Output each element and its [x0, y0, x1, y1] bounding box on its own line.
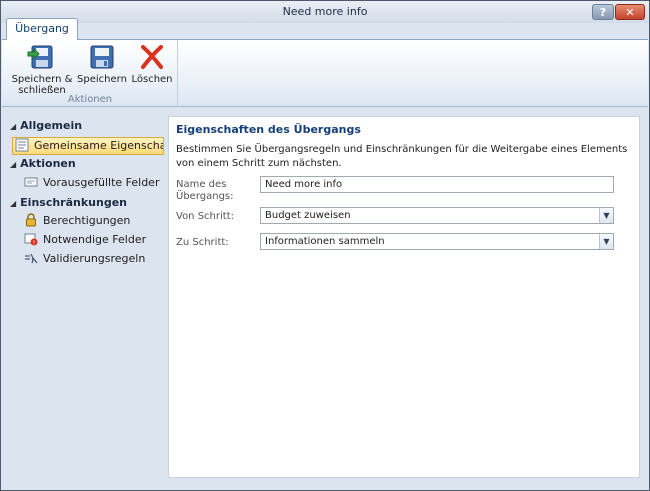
- ribbon-tab-uebergang[interactable]: Übergang: [6, 18, 78, 40]
- sidebar-item-common-properties[interactable]: Gemeinsame Eigenscha...: [12, 137, 164, 155]
- section-actions[interactable]: ◢ Aktionen: [10, 157, 76, 170]
- save-label: Speichern: [77, 74, 127, 85]
- sidebar-item-label: Validierungsregeln: [43, 252, 146, 265]
- help-button[interactable]: ?: [592, 4, 614, 20]
- transition-name-label-1: Name des: [176, 179, 227, 190]
- lock-icon: [26, 213, 36, 227]
- from-step-value: Budget zuweisen: [265, 210, 351, 221]
- properties-icon: [15, 138, 29, 152]
- from-step-select[interactable]: Budget zuweisen ▼: [260, 207, 614, 224]
- sidebar-item-required-fields[interactable]: ! Notwendige Felder: [12, 232, 164, 250]
- save-icon: [90, 45, 114, 69]
- title-bar: Need more info ? ✕: [1, 1, 649, 23]
- sidebar-item-label: Notwendige Felder: [43, 233, 147, 246]
- close-button[interactable]: ✕: [615, 4, 645, 20]
- panel-description: Bestimmen Sie Übergangsregeln und Einsch…: [176, 144, 628, 169]
- section-general[interactable]: ◢ Allgemein: [10, 119, 82, 132]
- save-button[interactable]: Speichern: [75, 42, 129, 85]
- transition-name-label: Name des Übergangs:: [176, 179, 234, 203]
- sidebar-item-label: Vorausgefüllte Felder: [43, 176, 160, 189]
- panel-title: Eigenschaften des Übergangs: [176, 123, 361, 136]
- collapse-triangle-icon: ◢: [10, 122, 17, 131]
- save-close-icon: [27, 45, 53, 69]
- from-step-label: Von Schritt:: [176, 211, 234, 222]
- section-actions-title: Aktionen: [20, 157, 76, 170]
- window-title: Need more info: [282, 5, 368, 18]
- save-and-close-label-1: Speichern &: [11, 74, 73, 85]
- dialog-window: Need more info ? ✕ Speichern & schließen: [0, 0, 650, 491]
- to-step-label: Zu Schritt:: [176, 237, 229, 248]
- delete-icon: [141, 45, 163, 69]
- sidebar-item-label: Berechtigungen: [43, 214, 131, 227]
- chevron-down-icon[interactable]: ▼: [599, 208, 613, 223]
- chevron-down-icon[interactable]: ▼: [599, 234, 613, 249]
- sidebar-item-validation-rules[interactable]: Validierungsregeln: [12, 251, 164, 269]
- sidebar: ◢ Allgemein Gemeinsame Eigenscha... ◢ Akti…: [2, 108, 166, 478]
- ribbon-group-label: Aktionen: [67, 94, 113, 105]
- to-step-value: Informationen sammeln: [265, 236, 385, 247]
- collapse-triangle-icon: ◢: [10, 160, 17, 169]
- form-fields-icon: [24, 177, 38, 187]
- delete-button[interactable]: Löschen: [130, 42, 174, 85]
- save-and-close-button[interactable]: Speichern & schließen: [11, 42, 73, 96]
- transition-name-input[interactable]: Need more info: [260, 176, 614, 193]
- delete-label: Löschen: [131, 74, 173, 85]
- properties-panel: Eigenschaften des Übergangs Bestimmen Si…: [168, 116, 640, 478]
- transition-name-value: Need more info: [265, 179, 343, 190]
- sidebar-item-label: Gemeinsame Eigenscha...: [34, 139, 164, 152]
- sidebar-item-permissions[interactable]: Berechtigungen: [12, 213, 164, 231]
- collapse-triangle-icon: ◢: [10, 199, 17, 208]
- section-restrictions[interactable]: ◢ Einschränkungen: [10, 196, 127, 209]
- transition-name-label-2: Übergangs:: [176, 191, 234, 202]
- svg-text:!: !: [33, 240, 35, 247]
- validation-rules-icon: [25, 253, 38, 264]
- ribbon: Speichern & schließen Speichern Löschen: [2, 39, 648, 107]
- to-step-select[interactable]: Informationen sammeln ▼: [260, 233, 614, 250]
- section-general-title: Allgemein: [20, 119, 83, 132]
- ribbon-group-actions: Speichern & schließen Speichern Löschen: [2, 40, 178, 106]
- required-fields-icon: !: [24, 233, 38, 247]
- sidebar-item-prefilled-fields[interactable]: Vorausgefüllte Felder: [12, 175, 164, 193]
- section-restrictions-title: Einschränkungen: [20, 196, 127, 209]
